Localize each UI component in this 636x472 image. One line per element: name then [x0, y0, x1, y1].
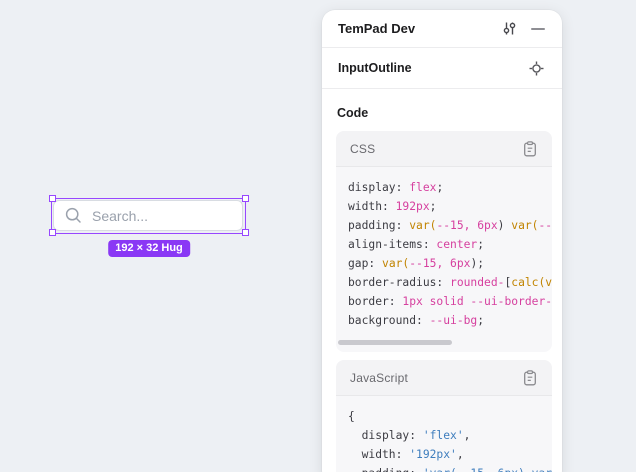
- crosshair-icon: [529, 61, 544, 76]
- horizontal-scrollbar[interactable]: [338, 340, 452, 345]
- sliders-icon: [502, 21, 517, 36]
- javascript-code-header: JavaScript: [336, 360, 552, 396]
- selected-node-name: InputOutline: [338, 61, 528, 75]
- selection-handle-bottom-left[interactable]: [49, 229, 56, 236]
- code-section-title: Code: [337, 106, 552, 120]
- plugin-panel-body: Code CSS display: flex;width: 192px;padd…: [322, 89, 562, 472]
- code-line: align-items: center;: [348, 235, 552, 254]
- code-line: gap: var(--15, 6px);: [348, 254, 552, 273]
- minimize-icon: [531, 22, 545, 36]
- code-line: display: flex;: [348, 178, 552, 197]
- tempad-dev-plugin-panel: TemPad Dev InputOutline: [322, 10, 562, 472]
- javascript-code-lines[interactable]: { display: 'flex', width: '192px', paddi…: [336, 396, 552, 472]
- minimize-button[interactable]: [530, 21, 546, 37]
- code-line: padding: 'var(--15, 6px) var(--15, 6px)'…: [348, 464, 552, 472]
- code-line: display: 'flex',: [348, 426, 552, 445]
- code-line: padding: var(--15, 6px) var(--15, 6px);: [348, 216, 552, 235]
- selection-handle-bottom-right[interactable]: [242, 229, 249, 236]
- selection-handle-top-right[interactable]: [242, 195, 249, 202]
- selected-node-row: InputOutline: [322, 48, 562, 89]
- copy-css-button[interactable]: [522, 141, 538, 157]
- css-code-block: CSS display: flex;width: 192px;padding: …: [336, 131, 552, 352]
- clipboard-icon: [523, 141, 537, 157]
- code-line: border: 1px solid --ui-border-color;: [348, 292, 552, 311]
- javascript-code-label: JavaScript: [350, 371, 522, 385]
- clipboard-icon: [523, 370, 537, 386]
- search-placeholder-text: Search...: [92, 208, 148, 224]
- plugin-title: TemPad Dev: [338, 21, 501, 36]
- selection-handle-top-left[interactable]: [49, 195, 56, 202]
- css-code-lines[interactable]: display: flex;width: 192px;padding: var(…: [336, 167, 552, 352]
- settings-sliders-button[interactable]: [501, 21, 517, 37]
- plugin-panel-header[interactable]: TemPad Dev: [322, 10, 562, 48]
- code-line: border-radius: rounded-[calc(var(--15, 6…: [348, 273, 552, 292]
- search-icon: [64, 206, 83, 225]
- code-line: width: 192px;: [348, 197, 552, 216]
- code-line: {: [348, 407, 552, 426]
- copy-javascript-button[interactable]: [522, 370, 538, 386]
- size-badge: 192 × 32 Hug: [108, 240, 190, 257]
- code-line: width: '192px',: [348, 445, 552, 464]
- javascript-code-block: JavaScript { display: 'flex', width: '19…: [336, 360, 552, 472]
- code-line: background: --ui-bg;: [348, 311, 552, 330]
- search-input-component[interactable]: Search...: [53, 200, 243, 231]
- css-code-header: CSS: [336, 131, 552, 167]
- locate-node-button[interactable]: [528, 60, 544, 76]
- css-code-label: CSS: [350, 142, 522, 156]
